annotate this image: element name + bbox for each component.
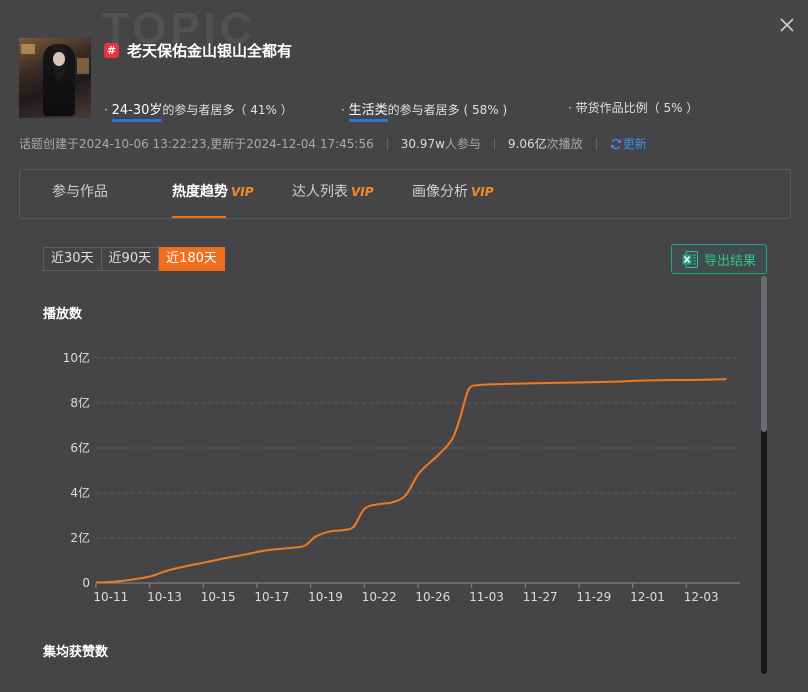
tab-works[interactable]: 参与作品 [52, 170, 111, 218]
x-tick-label: 11-29 [576, 590, 611, 604]
tab-bar: 参与作品 热度趋势 VIP 达人列表 VIP 画像分析 VIP [19, 169, 791, 219]
x-tick-label: 11-27 [523, 590, 558, 604]
stat-commerce: · 带货作品比例（ 5% ） [568, 101, 699, 115]
x-tick-label: 10-13 [147, 590, 182, 604]
y-tick-label: 6亿 [70, 440, 90, 455]
tab-portrait[interactable]: 画像分析 VIP [412, 170, 494, 218]
topic-title: 老天保佑金山银山全都有 [127, 42, 293, 60]
plays-series-line [95, 378, 727, 584]
x-tick-label: 11-03 [469, 590, 504, 604]
plays-chart-title: 播放数 [43, 307, 83, 322]
export-results-button[interactable]: 导出结果 [671, 244, 767, 274]
topic-meta: 话题创建于2024-10-06 13:22:23,更新于2024-12-04 1… [19, 135, 647, 152]
refresh-button[interactable]: 更新 [610, 135, 647, 152]
refresh-icon [610, 138, 621, 149]
x-tick-label: 10-22 [362, 590, 397, 604]
vip-badge: VIP [231, 185, 254, 199]
x-tick-label: 10-15 [201, 590, 236, 604]
y-tick-label: 8亿 [70, 395, 90, 410]
range-180-days-button[interactable]: 近180天 [159, 247, 225, 271]
hashtag-icon: # [104, 43, 119, 58]
x-tick-label: 10-26 [415, 590, 450, 604]
vip-badge: VIP [351, 185, 374, 199]
x-tick-label: 12-01 [630, 590, 665, 604]
title-row: # 老天保佑金山银山全都有 [104, 40, 292, 61]
x-tick-label: 10-17 [254, 590, 289, 604]
plays-count: 9.06亿次播放 [507, 137, 583, 151]
vip-badge: VIP [471, 185, 494, 199]
y-tick-label: 4亿 [70, 485, 90, 500]
likes-chart-title: 集均获赞数 [43, 645, 109, 660]
participants-count: 30.97w人参与 [400, 137, 481, 151]
close-icon[interactable] [776, 14, 798, 36]
created-updated-text: 话题创建于2024-10-06 13:22:23,更新于2024-12-04 1… [19, 137, 374, 151]
time-range-group: 近30天 近90天 近180天 [43, 247, 225, 271]
topic-cover-image [19, 38, 91, 118]
audience-stats: · 24-30岁的参与者居多（ 41% ） · 生活类的参与者居多 ( 58% … [104, 99, 804, 122]
range-90-days-button[interactable]: 近90天 [101, 247, 160, 271]
y-tick-label: 0 [82, 576, 90, 590]
tab-trend[interactable]: 热度趋势 VIP [172, 170, 254, 218]
y-tick-label: 2亿 [70, 530, 90, 545]
x-tick-label: 10-19 [308, 590, 343, 604]
stat-age-highlight: 24-30岁 [111, 103, 163, 122]
range-30-days-button[interactable]: 近30天 [43, 247, 102, 271]
x-tick-label: 10-11 [93, 590, 128, 604]
scrollbar-thumb[interactable] [761, 276, 767, 432]
stat-category: · 生活类的参与者居多 ( 58% ) [341, 99, 507, 122]
tab-influencers[interactable]: 达人列表 VIP [292, 170, 374, 218]
y-tick-label: 10亿 [63, 350, 90, 365]
x-tick-label: 12-03 [684, 590, 719, 604]
stat-category-highlight: 生活类 [348, 103, 388, 122]
stat-age: · 24-30岁的参与者居多（ 41% ） [104, 99, 293, 122]
excel-icon [682, 250, 698, 268]
